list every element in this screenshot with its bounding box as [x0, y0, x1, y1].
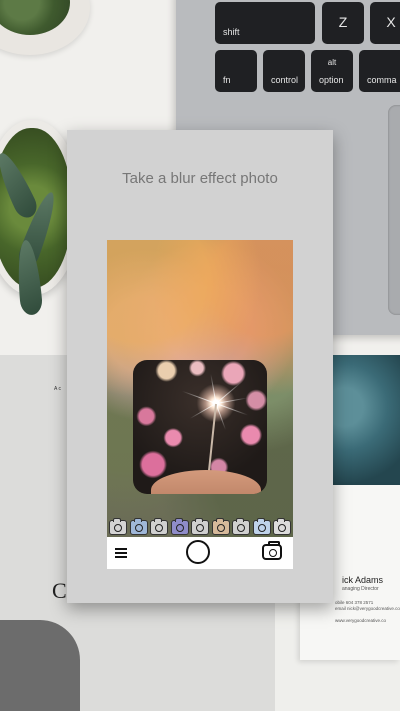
page-title: Take a blur effect photo [122, 170, 278, 187]
key-shift: shift [215, 2, 315, 44]
filter-2-button[interactable] [129, 518, 148, 535]
filter-7-button[interactable] [232, 518, 250, 535]
key-option: alt option [311, 50, 353, 92]
hand [151, 470, 261, 494]
camera-viewfinder[interactable] [107, 240, 293, 537]
app-screen: Take a blur effect photo [67, 130, 333, 603]
keyboard: shift Z X fn control alt option comma [210, 0, 400, 100]
filter-6-button[interactable] [211, 518, 230, 535]
trackpad [388, 105, 400, 315]
card-website: www.verygoodcreative.co [335, 618, 387, 623]
filter-1-button[interactable] [109, 518, 127, 535]
paper-text: A c [54, 386, 61, 392]
key-control: control [263, 50, 305, 92]
filter-strip [107, 518, 293, 537]
card-role: anaging Director [342, 586, 379, 592]
key-x: X [370, 2, 400, 44]
paper-big-letter: C [52, 578, 67, 603]
card-phone: obile 604 378 2571 [335, 600, 374, 605]
camera-switch-icon[interactable] [262, 541, 282, 560]
filter-8-button[interactable] [252, 518, 271, 535]
filter-3-button[interactable] [150, 518, 168, 535]
filter-5-button[interactable] [191, 518, 209, 535]
focus-preview [133, 360, 267, 494]
camera-toolbar [107, 537, 293, 569]
key-z: Z [322, 2, 364, 44]
key-command: comma [359, 50, 400, 92]
key-fn: fn [215, 50, 257, 92]
menu-icon[interactable] [115, 546, 127, 560]
filter-4-button[interactable] [170, 518, 189, 535]
card-name: ick Adams [342, 575, 384, 585]
filter-9-button[interactable] [273, 518, 291, 535]
paper-dark-corner [0, 620, 80, 711]
card-email: email nick@verygoodcreative.co [335, 606, 400, 611]
shutter-button[interactable] [186, 540, 210, 564]
